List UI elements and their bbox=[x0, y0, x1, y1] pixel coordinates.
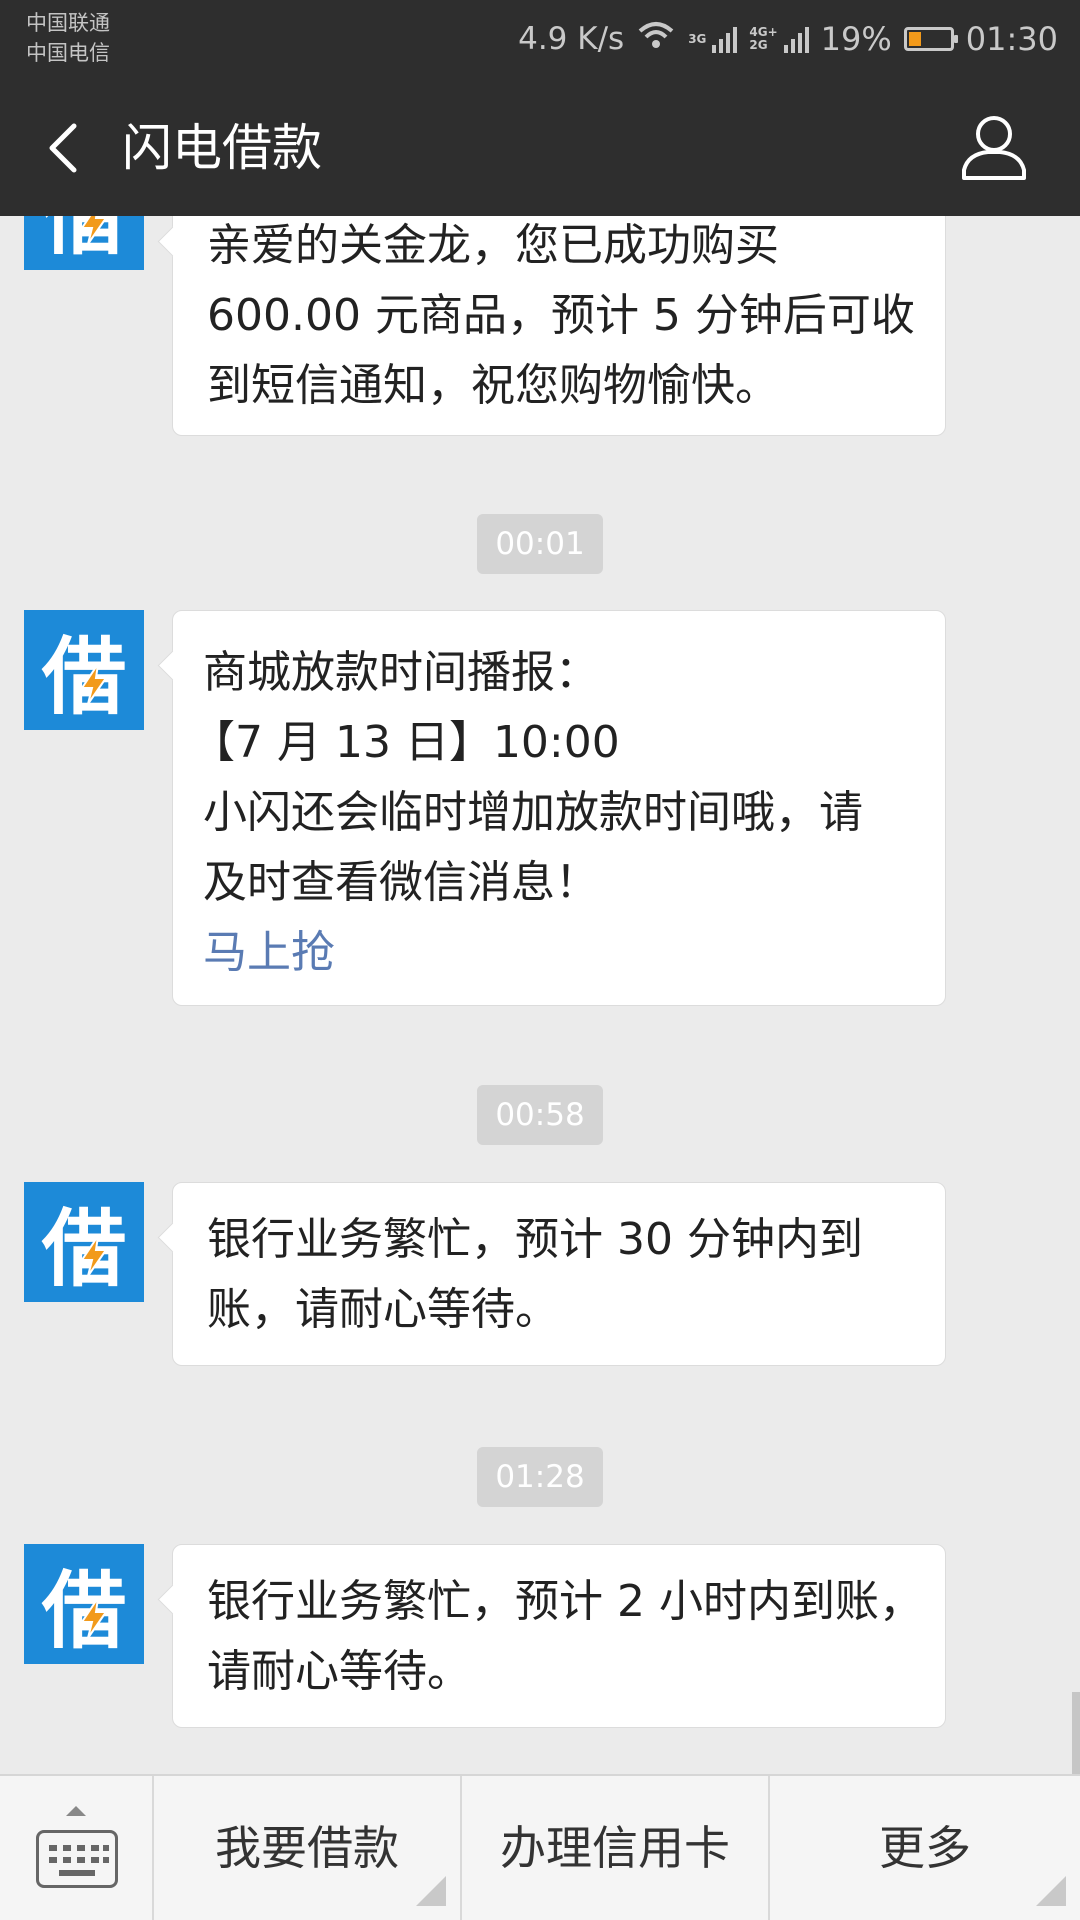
message-line: 商城放款时间播报： bbox=[203, 647, 599, 698]
timestamp: 01:28 bbox=[477, 1447, 603, 1507]
network-type-2b: 2G bbox=[749, 38, 768, 52]
chat-area[interactable]: 借 亲爱的关金龙，您已成功购买 600.00 元商品，预计 5 分钟后可收 到短… bbox=[0, 216, 1080, 1774]
arrow-up-icon bbox=[66, 1806, 86, 1816]
timestamp: 00:01 bbox=[477, 514, 603, 574]
wifi-icon bbox=[636, 19, 676, 59]
menu-credit-card-label: 办理信用卡 bbox=[500, 1821, 730, 1875]
network-type-2: 4G+ 2G bbox=[749, 26, 777, 52]
message-line: 账，请耐心等待。 bbox=[207, 1284, 559, 1335]
timestamp: 00:58 bbox=[477, 1085, 603, 1145]
message-line: 亲爱的关金龙，您已成功购买 bbox=[207, 220, 779, 271]
carrier-2: 中国电信 bbox=[26, 41, 110, 65]
message-bubble[interactable]: 亲爱的关金龙，您已成功购买 600.00 元商品，预计 5 分钟后可收 到短信通… bbox=[172, 216, 946, 436]
bolt-icon bbox=[80, 1597, 108, 1639]
message-line: 600.00 元商品，预计 5 分钟后可收 bbox=[207, 290, 915, 341]
message-line: 银行业务繁忙，预计 2 小时内到账， bbox=[207, 1576, 923, 1627]
carrier-1: 中国联通 bbox=[26, 11, 110, 35]
bolt-icon bbox=[80, 663, 108, 705]
signal-icon-2 bbox=[783, 25, 809, 53]
network-speed: 4.9 K/s bbox=[518, 21, 625, 57]
avatar[interactable]: 借 bbox=[24, 610, 144, 730]
bolt-icon bbox=[80, 1235, 108, 1277]
menu-credit-card[interactable]: 办理信用卡 bbox=[462, 1776, 770, 1920]
menu-borrow-label: 我要借款 bbox=[215, 1821, 399, 1875]
keyboard-toggle-button[interactable] bbox=[0, 1776, 154, 1920]
avatar[interactable]: 借 bbox=[24, 216, 144, 270]
message-line: 到短信通知，祝您购物愉快。 bbox=[207, 360, 779, 411]
status-indicators: 4.9 K/s 3G 4G+ 2G 19% 01:30 bbox=[518, 14, 1058, 64]
menu-borrow[interactable]: 我要借款 bbox=[154, 1776, 462, 1920]
battery-icon bbox=[903, 27, 958, 51]
battery-level bbox=[908, 32, 921, 46]
submenu-indicator-icon bbox=[416, 1876, 446, 1906]
keyboard-icon bbox=[36, 1830, 118, 1888]
status-bar: 中国联通 中国电信 4.9 K/s 3G 4G+ 2G 19% 01:30 bbox=[0, 0, 1080, 80]
signal-icon-1 bbox=[712, 25, 738, 53]
clock: 01:30 bbox=[965, 20, 1058, 58]
menu-more[interactable]: 更多 bbox=[770, 1776, 1080, 1920]
menu-more-label: 更多 bbox=[879, 1821, 971, 1875]
chevron-left-icon[interactable] bbox=[38, 116, 98, 180]
scrollbar[interactable] bbox=[1072, 1692, 1080, 1774]
nav-bar: 闪电借款 bbox=[0, 80, 1080, 216]
avatar[interactable]: 借 bbox=[24, 1182, 144, 1302]
message-line: 及时查看微信消息！ bbox=[203, 857, 599, 908]
avatar[interactable]: 借 bbox=[24, 1544, 144, 1664]
submenu-indicator-icon bbox=[1036, 1876, 1066, 1906]
network-type-1: 3G bbox=[688, 31, 707, 46]
message-bubble[interactable]: 银行业务繁忙，预计 30 分钟内到 账，请耐心等待。 bbox=[172, 1182, 946, 1366]
message-line: 【7 月 13 日】10:00 bbox=[191, 717, 620, 768]
person-icon[interactable] bbox=[960, 112, 1028, 182]
message-bubble[interactable]: 商城放款时间播报： 【7 月 13 日】10:00 小闪还会临时增加放款时间哦，… bbox=[172, 610, 946, 1006]
message-line: 小闪还会临时增加放款时间哦，请 bbox=[203, 787, 863, 838]
battery-percent: 19% bbox=[820, 20, 892, 58]
bolt-icon bbox=[80, 216, 108, 245]
message-line: 请耐心等待。 bbox=[207, 1646, 471, 1697]
message-line: 银行业务繁忙，预计 30 分钟内到 bbox=[207, 1214, 863, 1265]
carrier-info: 中国联通 中国电信 bbox=[26, 8, 110, 68]
grab-now-link[interactable]: 马上抢 bbox=[203, 918, 915, 988]
message-bubble[interactable]: 银行业务繁忙，预计 2 小时内到账， 请耐心等待。 bbox=[172, 1544, 946, 1728]
bottom-menu: 我要借款 办理信用卡 更多 bbox=[0, 1774, 1080, 1920]
page-title: 闪电借款 bbox=[122, 119, 322, 177]
